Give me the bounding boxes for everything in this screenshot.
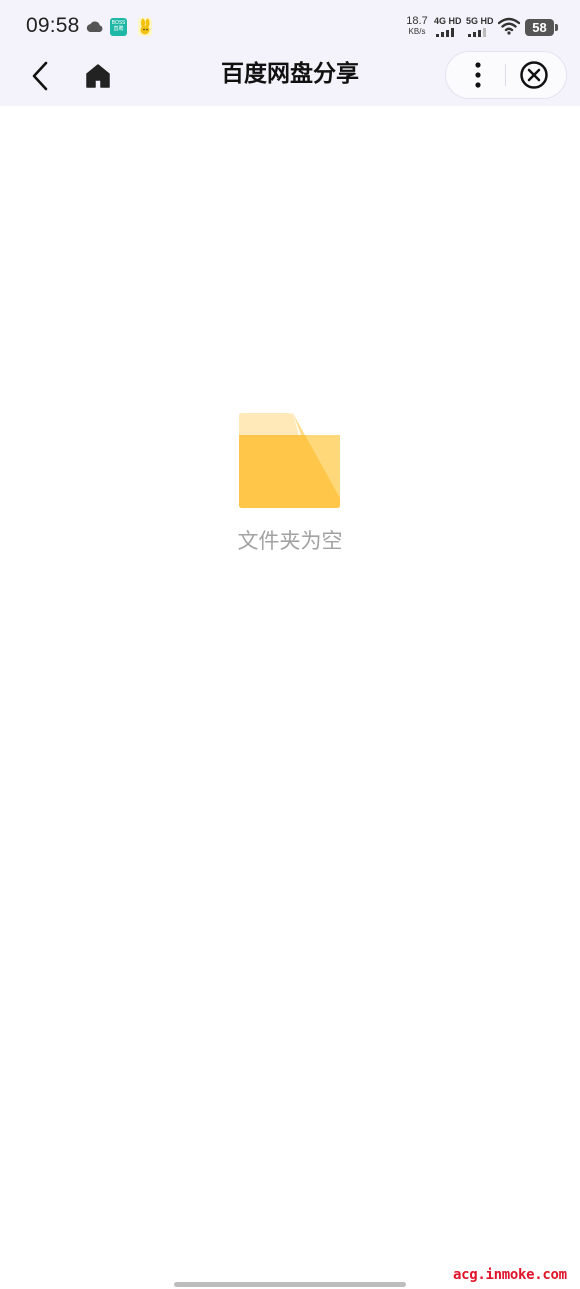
wifi-icon (498, 17, 520, 35)
close-icon (520, 61, 548, 89)
watermark: acg.inmoke.com (453, 1267, 567, 1283)
empty-state-message: 文件夹为空 (237, 529, 343, 553)
back-button[interactable] (24, 58, 56, 94)
cloud-icon (86, 21, 103, 32)
page-title: 百度网盘分享 (221, 61, 359, 87)
network-speed-value: 18.7 (406, 15, 428, 27)
network-speed: 18.7 KB/s (405, 15, 429, 37)
status-bar: 09:58 BOSS 直聘 18.7 KB/s 4G HD 5G HD 58 (0, 0, 580, 52)
more-button[interactable] (461, 57, 495, 93)
sim2-signal: 5G HD (466, 16, 494, 37)
close-button[interactable] (517, 58, 551, 92)
top-bar: 09:58 BOSS 直聘 18.7 KB/s 4G HD 5G HD 58 百… (0, 0, 580, 106)
signal-icon (468, 28, 486, 37)
rabbit-app-icon (138, 18, 152, 36)
home-icon (86, 64, 110, 88)
network-speed-unit: KB/s (408, 27, 426, 36)
boss-app-icon: BOSS 直聘 (110, 18, 127, 36)
battery-icon: 58 (525, 19, 554, 36)
sim2-label: 5G HD (466, 16, 494, 26)
battery-tip (555, 24, 558, 31)
home-indicator[interactable] (174, 1282, 406, 1287)
capsule-divider (505, 64, 506, 86)
signal-icon (436, 28, 454, 37)
more-icon (475, 62, 481, 88)
status-time: 09:58 (26, 14, 80, 37)
back-icon (32, 61, 48, 91)
folder-icon (239, 413, 340, 508)
home-button[interactable] (82, 60, 114, 92)
sim1-signal: 4G HD (434, 16, 462, 37)
sim1-label: 4G HD (434, 16, 462, 26)
